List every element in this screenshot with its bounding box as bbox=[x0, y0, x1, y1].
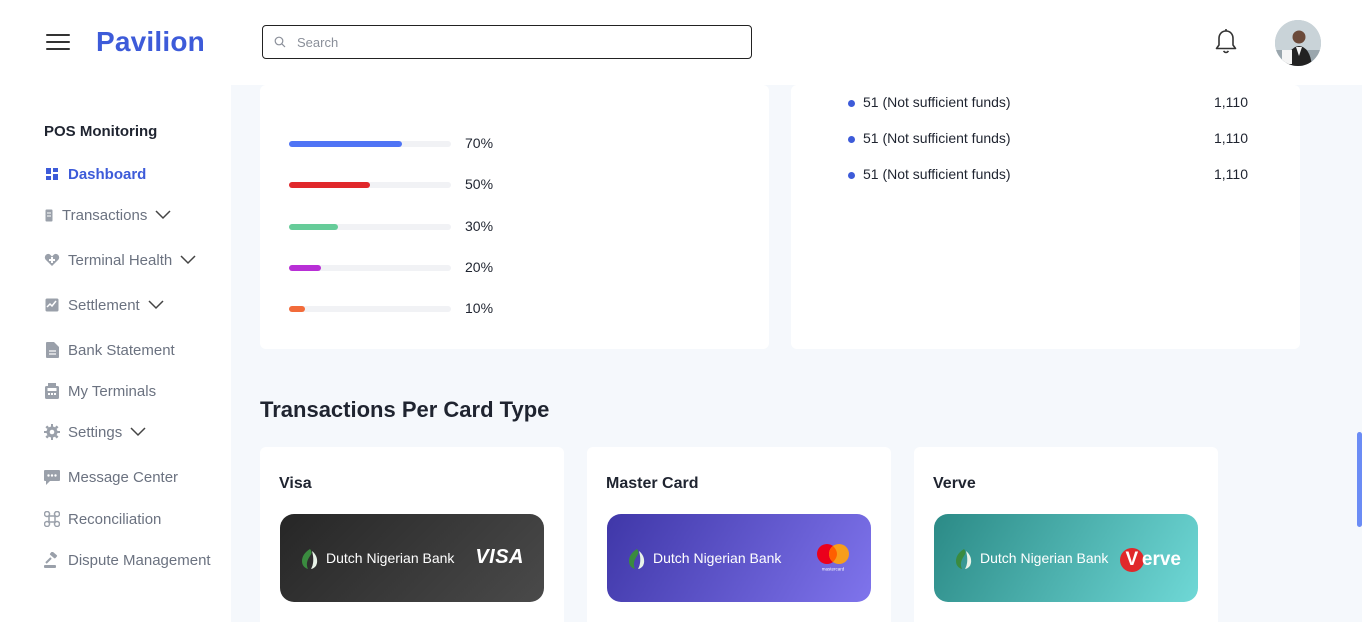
chevron-down-icon[interactable] bbox=[155, 210, 171, 220]
progress-track bbox=[289, 306, 451, 312]
reason-count: 1,110 bbox=[1214, 130, 1248, 146]
sidebar-item-label: Dispute Management bbox=[68, 551, 211, 569]
scrollbar[interactable] bbox=[1357, 432, 1362, 527]
sidebar: POS Monitoring Dashboard Transactions Te… bbox=[0, 85, 231, 622]
progress-track bbox=[289, 265, 451, 271]
notification-bell-icon[interactable] bbox=[1213, 28, 1239, 56]
sidebar-item-settlement[interactable]: Settlement bbox=[44, 294, 164, 316]
mastercard-logo: mastercard bbox=[817, 544, 849, 572]
sidebar-item-label: My Terminals bbox=[68, 382, 157, 400]
gear-icon bbox=[44, 424, 60, 440]
sidebar-item-label: Dashboard bbox=[68, 165, 147, 183]
progress-label: 30% bbox=[465, 218, 494, 234]
list-item: 51 (Not sufficient funds) 1,110 bbox=[848, 166, 1248, 186]
sidebar-item-transactions[interactable]: Transactions bbox=[44, 204, 171, 226]
sidebar-item-message-center[interactable]: Message Center bbox=[44, 466, 178, 488]
list-item: 51 (Not sufficient funds) 1,110 bbox=[848, 94, 1248, 114]
chevron-down-icon[interactable] bbox=[148, 300, 164, 310]
reason-text: 51 (Not sufficient funds) bbox=[863, 94, 1011, 110]
progress-track bbox=[289, 141, 451, 147]
search-icon bbox=[274, 36, 286, 48]
sidebar-item-label: Reconciliation bbox=[68, 510, 162, 528]
pos-terminal-icon bbox=[44, 383, 60, 399]
heart-icon bbox=[44, 252, 60, 268]
document-icon bbox=[44, 342, 60, 358]
verve-logo: Verve bbox=[1119, 548, 1181, 572]
reason-count: 1,110 bbox=[1214, 166, 1248, 182]
top-header: Pavilion bbox=[0, 0, 1362, 85]
message-icon bbox=[44, 469, 60, 485]
user-avatar[interactable] bbox=[1275, 20, 1321, 66]
verve-logo-text: erve bbox=[1141, 549, 1181, 570]
sidebar-item-terminal-health[interactable]: Terminal Health bbox=[44, 249, 196, 271]
card-type-name: Verve bbox=[933, 475, 976, 492]
reason-count: 1,110 bbox=[1214, 94, 1248, 110]
progress-label: 50% bbox=[465, 176, 494, 192]
chevron-down-icon[interactable] bbox=[180, 255, 196, 265]
failure-reasons-card: 51 (Not sufficient funds) 1,110 51 (Not … bbox=[791, 85, 1300, 349]
progress-fill bbox=[289, 224, 338, 230]
card-type-name: Master Card bbox=[606, 475, 699, 492]
progress-fill bbox=[289, 182, 370, 188]
sidebar-item-bank-statement[interactable]: Bank Statement bbox=[44, 339, 175, 361]
progress-label: 10% bbox=[465, 300, 494, 316]
menu-icon[interactable] bbox=[46, 34, 70, 50]
progress-label: 20% bbox=[465, 259, 494, 275]
section-title: Transactions Per Card Type bbox=[260, 397, 550, 422]
progress-track bbox=[289, 182, 451, 188]
progress-label: 70% bbox=[465, 135, 494, 151]
bank-logo-icon bbox=[956, 549, 972, 569]
card-type-visa: Visa Dutch Nigerian Bank VISA bbox=[260, 447, 564, 622]
reason-text: 51 (Not sufficient funds) bbox=[863, 130, 1011, 146]
app-logo[interactable]: Pavilion bbox=[96, 26, 205, 58]
bank-logo-icon bbox=[302, 549, 318, 569]
sidebar-item-reconciliation[interactable]: Reconciliation bbox=[44, 508, 161, 530]
progress-fill bbox=[289, 265, 322, 271]
settlement-icon bbox=[44, 297, 60, 313]
list-item: 51 (Not sufficient funds) 1,110 bbox=[848, 130, 1248, 150]
visa-logo: VISA bbox=[475, 546, 524, 568]
reconciliation-icon bbox=[44, 511, 60, 527]
bullet-dot-icon bbox=[848, 172, 855, 179]
bank-name: Dutch Nigerian Bank bbox=[980, 550, 1109, 566]
sidebar-item-label: Settings bbox=[68, 423, 123, 441]
visa-card[interactable]: Dutch Nigerian Bank VISA bbox=[280, 514, 544, 602]
sidebar-item-label: Terminal Health bbox=[68, 251, 173, 269]
sidebar-item-label: Bank Statement bbox=[68, 341, 175, 359]
progress-card: 70% 50% 30% 20% 10% bbox=[260, 85, 769, 349]
bank-name: Dutch Nigerian Bank bbox=[326, 550, 455, 566]
bank-logo-icon bbox=[629, 549, 645, 569]
reason-text: 51 (Not sufficient funds) bbox=[863, 166, 1011, 182]
sidebar-item-my-terminals[interactable]: My Terminals bbox=[44, 380, 156, 402]
sidebar-item-dashboard[interactable]: Dashboard bbox=[44, 163, 146, 185]
verve-logo-initial: V bbox=[1119, 548, 1144, 572]
transactions-icon bbox=[44, 207, 54, 223]
mastercard-wordmark: mastercard bbox=[822, 567, 845, 572]
sidebar-item-label: Transactions bbox=[62, 206, 148, 224]
progress-track bbox=[289, 224, 451, 230]
sidebar-item-settings[interactable]: Settings bbox=[44, 421, 146, 443]
card-type-name: Visa bbox=[279, 475, 312, 492]
search-input[interactable] bbox=[297, 26, 737, 58]
chevron-down-icon[interactable] bbox=[130, 427, 146, 437]
bank-name: Dutch Nigerian Bank bbox=[653, 550, 782, 566]
verve-card[interactable]: Dutch Nigerian Bank Verve bbox=[934, 514, 1198, 602]
main-content: 70% 50% 30% 20% 10% 51 (Not sufficient f… bbox=[231, 85, 1362, 622]
card-type-mastercard: Master Card Dutch Nigerian Bank masterca… bbox=[587, 447, 891, 622]
sidebar-item-dispute-management[interactable]: Dispute Management bbox=[44, 549, 211, 571]
gavel-icon bbox=[44, 552, 60, 568]
card-type-verve: Verve Dutch Nigerian Bank Verve bbox=[914, 447, 1218, 622]
progress-fill bbox=[289, 306, 306, 312]
dashboard-icon bbox=[44, 166, 60, 182]
sidebar-section-title: POS Monitoring bbox=[44, 123, 158, 140]
bullet-dot-icon bbox=[848, 136, 855, 143]
bullet-dot-icon bbox=[848, 100, 855, 107]
mastercard-card[interactable]: Dutch Nigerian Bank mastercard bbox=[607, 514, 871, 602]
sidebar-item-label: Message Center bbox=[68, 468, 179, 486]
progress-fill bbox=[289, 141, 403, 147]
search-bar[interactable] bbox=[262, 25, 752, 59]
sidebar-item-label: Settlement bbox=[68, 296, 140, 314]
